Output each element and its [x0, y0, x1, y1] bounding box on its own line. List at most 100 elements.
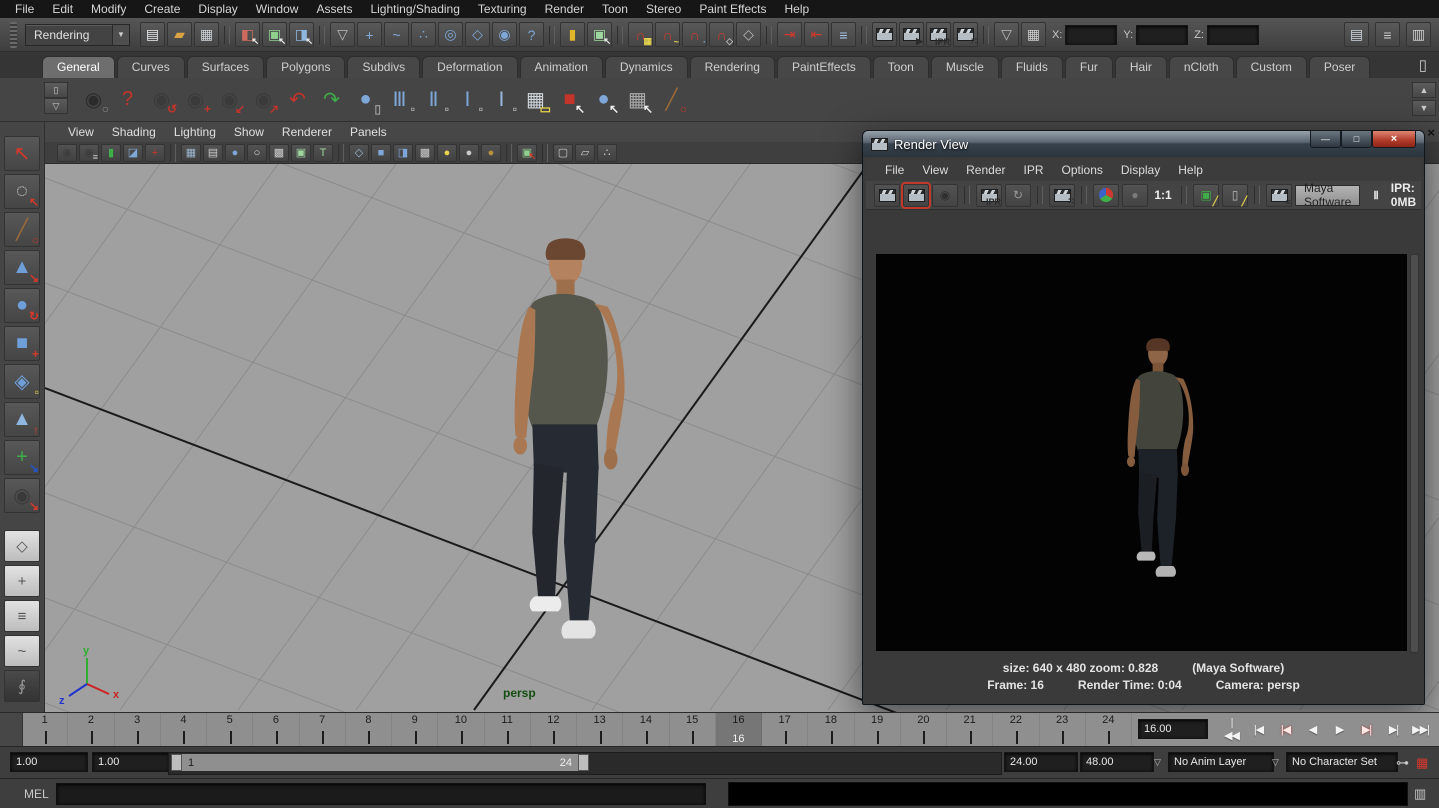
batch-render-camera-icon[interactable]: ◉ [180, 84, 211, 115]
select-camera-icon[interactable]: ◉ [57, 144, 77, 162]
menu-set-selector[interactable]: Rendering ▼ [25, 24, 130, 46]
toolbar-icon[interactable] [617, 26, 623, 44]
persp-outliner-layout-icon[interactable]: ≡ [4, 600, 40, 632]
delete-unused-nodes-icon[interactable]: ● [350, 84, 381, 115]
rgb-channels-icon[interactable] [1093, 184, 1119, 207]
camera-attributes-icon[interactable]: ◉ [79, 144, 99, 162]
assign-existing-material-icon[interactable]: ● [588, 84, 619, 115]
undo-icon[interactable]: ↶ [282, 84, 313, 115]
xray-icon[interactable]: ▱ [575, 144, 595, 162]
plugin-display-icon[interactable]: ∴ [597, 144, 617, 162]
shelf-scroll-down-icon[interactable]: ▼ [1412, 100, 1436, 116]
menubar-item[interactable]: Render [536, 0, 593, 18]
renderer-selector[interactable]: Maya Software [1295, 185, 1360, 206]
z-coordinate-field[interactable] [1207, 25, 1259, 45]
shelf-tab[interactable]: Muscle [931, 56, 999, 78]
last-tool-used-icon[interactable]: ◉ [4, 478, 40, 513]
snap-to-projected-center-icon[interactable]: ◎ [438, 22, 463, 47]
shading-group-three-icon[interactable]: Ⅲ [384, 84, 415, 115]
alpha-channel-icon[interactable]: ● [1122, 184, 1148, 207]
universal-manipulator-tool-icon[interactable]: ◈ [4, 364, 40, 399]
close-button[interactable]: × [1372, 131, 1416, 148]
playback-end-field[interactable]: 24.00 [1004, 752, 1078, 772]
auto-keyframe-icon[interactable]: ⊶ [1396, 755, 1409, 771]
timeline-frame[interactable]: 14 [623, 713, 669, 747]
command-result-field[interactable] [728, 782, 1408, 806]
timeline-frame[interactable]: 19 [855, 713, 901, 747]
shelf-tab[interactable]: Poser [1309, 56, 1370, 78]
step-forward-key-button[interactable]: ▶| [1354, 717, 1379, 742]
snap-to-view-planes-icon[interactable]: ◇ [465, 22, 490, 47]
render-view-scrollbar[interactable] [1410, 254, 1419, 653]
open-render-settings-icon[interactable] [1266, 184, 1292, 207]
x-coordinate-field[interactable] [1065, 25, 1117, 45]
move-tool-icon[interactable]: ▲ [4, 250, 40, 285]
render-view-menu-item[interactable]: Help [1169, 163, 1212, 177]
redo-icon[interactable]: ↷ [316, 84, 347, 115]
open-render-view-icon[interactable] [872, 22, 897, 47]
shelf-tab[interactable]: Toon [873, 56, 929, 78]
panel-icon[interactable] [338, 144, 344, 162]
show-tool-settings-icon[interactable]: ≡ [1375, 22, 1400, 47]
four-pane-layout-icon[interactable]: + [4, 565, 40, 597]
paint-select-tool-icon[interactable]: ╱ [4, 212, 40, 247]
menubar-item[interactable]: Paint Effects [690, 0, 775, 18]
shading-group-two-icon[interactable]: Ⅱ [418, 84, 449, 115]
safe-title-icon[interactable]: T [313, 144, 333, 162]
script-editor-icon[interactable]: ▥ [1414, 786, 1426, 802]
redo-previous-render-icon[interactable] [903, 184, 929, 207]
range-start-handle[interactable] [171, 754, 182, 771]
select-tool-icon[interactable]: ↖ [4, 136, 40, 171]
panel-menu-item[interactable]: Lighting [165, 125, 225, 139]
select-object-icon[interactable]: ▣ [262, 22, 287, 47]
snapshot-icon[interactable]: ◉ [932, 184, 958, 207]
coord-mode-arrow-icon[interactable]: ▽ [994, 22, 1019, 47]
minimize-button[interactable]: — [1310, 131, 1341, 148]
snap-magnet-grid-icon[interactable]: ∩ [628, 22, 653, 47]
menubar-item[interactable]: Create [135, 0, 189, 18]
shelf-tab[interactable]: Deformation [422, 56, 517, 78]
current-time-field[interactable]: 16.00 [1138, 719, 1208, 739]
character-set-selector[interactable]: No Character Set [1286, 752, 1398, 772]
image-plane-icon[interactable]: ◪ [123, 144, 143, 162]
paint-assign-material-icon[interactable]: ╱ [656, 84, 687, 115]
timeline-frame[interactable]: 13 [577, 713, 623, 747]
isolate-select-icon[interactable]: ▢ [553, 144, 573, 162]
character-set-arrow-icon[interactable]: ▽ [1272, 757, 1279, 768]
toolbar-icon[interactable] [766, 26, 772, 44]
snap-magnet-point-icon[interactable]: ∩ [682, 22, 707, 47]
play-forwards-button[interactable]: ▶ [1327, 717, 1352, 742]
zoom-one-to-one-icon[interactable]: 1:1 [1151, 185, 1175, 206]
snap-to-points-icon[interactable]: ∴ [411, 22, 436, 47]
single-pane-layout-icon[interactable]: ◇ [4, 530, 40, 562]
safe-action-icon[interactable]: ▣ [291, 144, 311, 162]
render-globals-camera-icon[interactable]: ◉ [146, 84, 177, 115]
snap-magnet-plane-icon[interactable]: ∩ [709, 22, 734, 47]
panel-menu-item[interactable]: Show [225, 125, 273, 139]
shading-group-one-icon[interactable]: Ⅰ [452, 84, 483, 115]
snap-magnet-curve-icon[interactable]: ∩ [655, 22, 680, 47]
render-view-icon[interactable] [1081, 186, 1087, 204]
shelf-arrow-button[interactable]: ▽ [44, 98, 68, 114]
render-view-icon[interactable] [1037, 186, 1043, 204]
render-flipbook-icon[interactable]: ◉ [78, 84, 109, 115]
inputs-to-selected-icon[interactable]: ⇥ [777, 22, 802, 47]
rotate-tool-icon[interactable]: ● [4, 288, 40, 323]
render-view-icon[interactable] [1254, 186, 1260, 204]
animation-end-field[interactable]: 48.00 [1080, 752, 1154, 772]
snap-to-grids-icon[interactable]: + [357, 22, 382, 47]
timeline-frame[interactable]: 1 [22, 713, 68, 747]
outputs-from-selected-icon[interactable]: ⇤ [804, 22, 829, 47]
shelf-menu-button[interactable]: ▯ [44, 82, 68, 98]
toolbar-icon[interactable] [224, 26, 230, 44]
grid-toggle-icon[interactable]: ▦ [181, 144, 201, 162]
panel-menu-item[interactable]: Panels [341, 125, 396, 139]
pause-ipr-button[interactable]: Ⅱ [1373, 189, 1379, 202]
refresh-ipr-icon[interactable]: ↻ [1005, 184, 1031, 207]
lasso-select-tool-icon[interactable]: ◌ [4, 174, 40, 209]
timeline-frame[interactable]: 9 [392, 713, 438, 747]
toolbar-icon[interactable] [861, 26, 867, 44]
timeline-frame[interactable]: 21 [947, 713, 993, 747]
shelf-tab[interactable]: Rendering [690, 56, 775, 78]
remove-image-icon[interactable]: ▯ [1222, 184, 1248, 207]
